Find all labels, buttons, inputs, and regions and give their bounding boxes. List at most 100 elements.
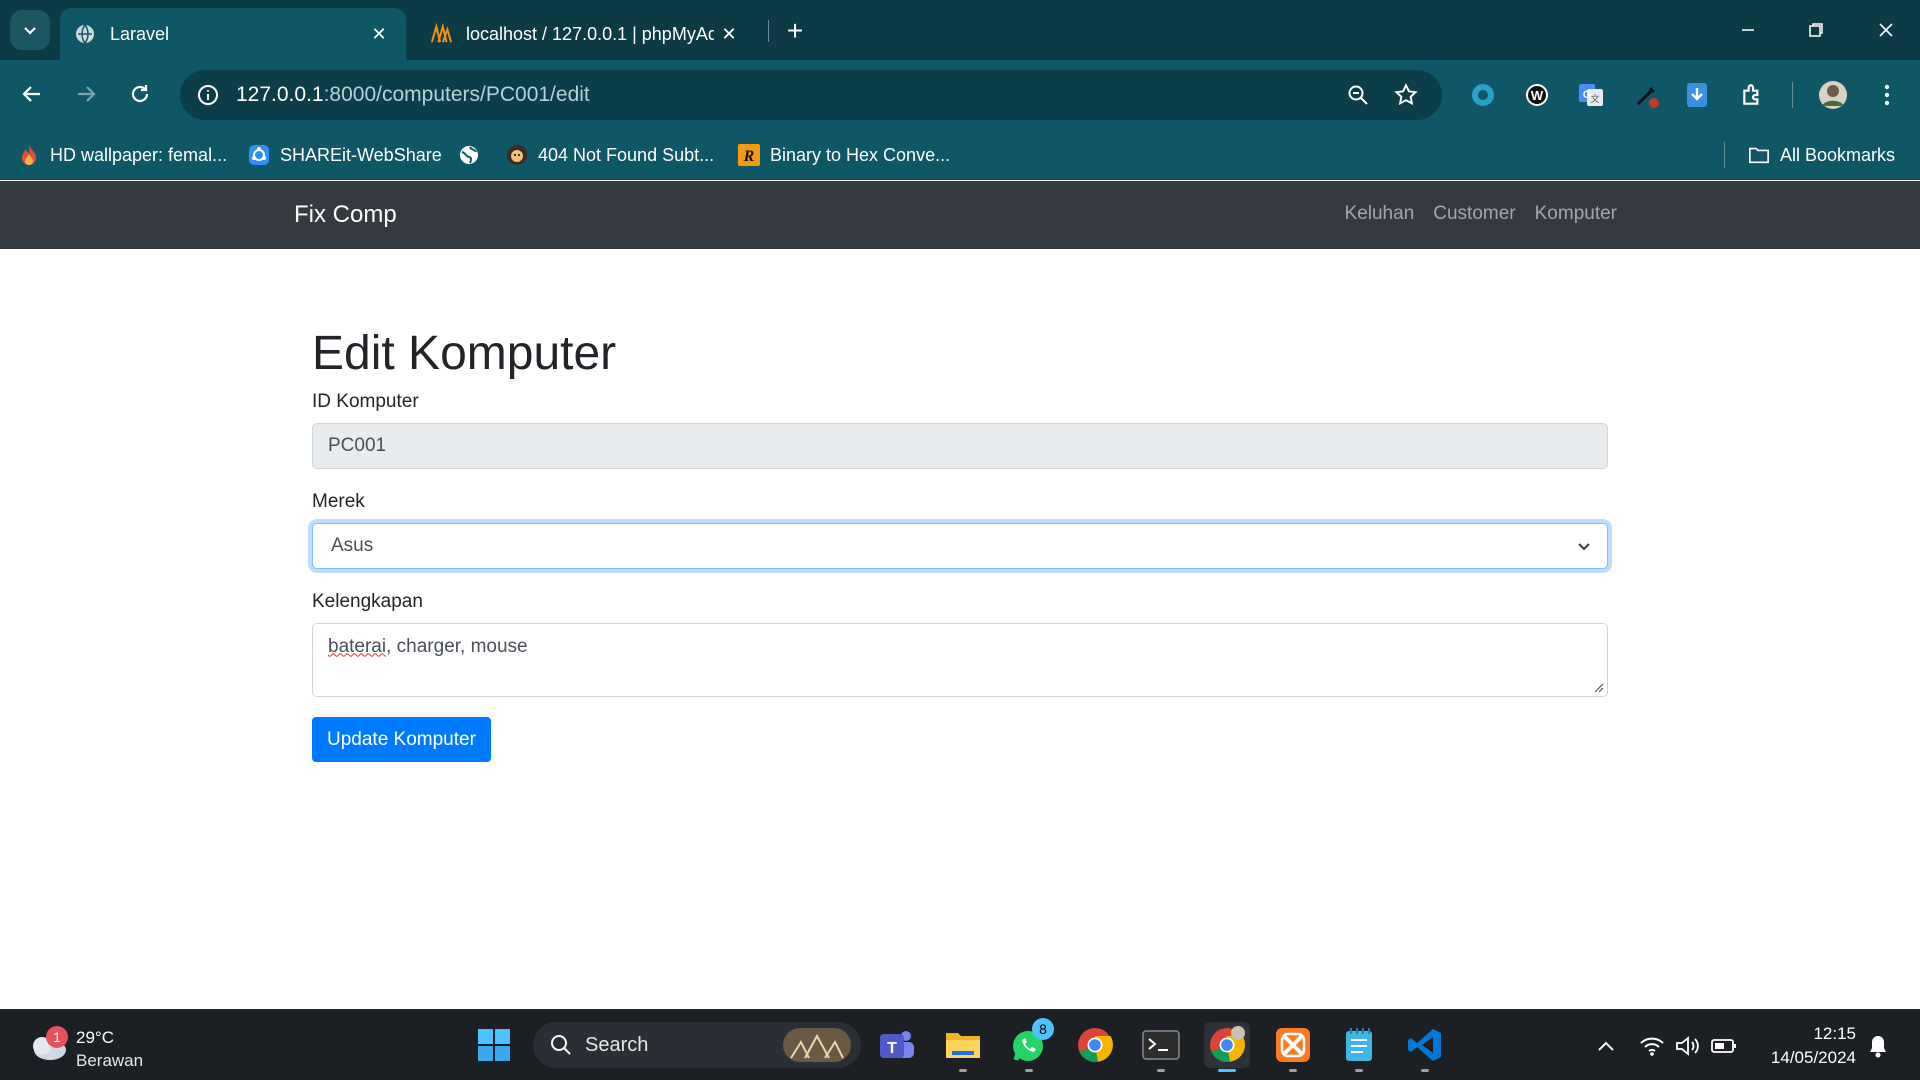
tab-laravel[interactable]: Laravel ✕ [60, 8, 406, 60]
svg-text:文: 文 [1590, 93, 1599, 104]
merek-label: Merek [312, 490, 365, 512]
id-label: ID Komputer [312, 390, 419, 412]
running-indicator [1421, 1069, 1429, 1072]
url-host: 127.0.0.1 [236, 83, 324, 106]
taskbar-search[interactable]: Search [533, 1022, 861, 1068]
notepad-icon[interactable] [1336, 1022, 1382, 1072]
reload-button[interactable] [120, 74, 160, 114]
url-text[interactable]: 127.0.0.1:8000/computers/PC001/edit [236, 83, 590, 107]
bookmark-label: 404 Not Found Subt... [538, 144, 715, 165]
id-value: PC001 [328, 434, 387, 456]
merek-group: Merek Asus [312, 491, 1608, 569]
profile-avatar-icon[interactable] [1816, 78, 1850, 112]
bookmark-shareit[interactable]: SHAREit-WebShare [248, 140, 442, 170]
browser-menu-icon[interactable] [1870, 78, 1904, 112]
bookmark-binary-hex[interactable]: R Binary to Hex Conve... [738, 140, 950, 170]
system-clock[interactable]: 12:15 14/05/2024 [1752, 1022, 1856, 1070]
browser-toolbar: 127.0.0.1:8000/computers/PC001/edit W G文 [0, 60, 1920, 130]
extension-circle-icon[interactable] [1466, 78, 1500, 112]
close-tab-icon[interactable]: ✕ [714, 19, 744, 49]
tab-title: localhost / 127.0.0.1 | phpMyAd [466, 23, 714, 44]
chrome-icon[interactable] [1072, 1022, 1118, 1068]
nav-links: Keluhan Customer Komputer [1345, 203, 1617, 225]
toolbar-divider [1792, 82, 1793, 108]
bookmark-globe[interactable] [458, 140, 490, 170]
shareit-icon [248, 144, 270, 166]
tab-search-button[interactable] [10, 10, 50, 50]
close-tab-icon[interactable]: ✕ [364, 19, 394, 49]
search-highlight-icon [783, 1028, 851, 1062]
id-komputer-input[interactable]: PC001 [312, 422, 1608, 469]
restore-button[interactable] [1794, 10, 1838, 50]
battery-icon[interactable] [1710, 1032, 1738, 1060]
phpmyadmin-icon [430, 23, 452, 45]
brand-link[interactable]: Fix Comp [294, 201, 397, 229]
bookmark-label: SHAREit-WebShare [280, 144, 442, 165]
avatar-icon [506, 144, 528, 166]
misspelled-word: baterai [328, 635, 387, 657]
windows-logo-icon [478, 1029, 510, 1061]
volume-icon[interactable] [1674, 1032, 1702, 1060]
update-komputer-button[interactable]: Update Komputer [312, 716, 491, 762]
color-picker-icon[interactable] [1630, 78, 1664, 112]
globe-icon [74, 23, 96, 45]
google-translate-icon[interactable]: G文 [1574, 78, 1608, 112]
forward-button[interactable] [66, 74, 106, 114]
tab-phpmyadmin[interactable]: localhost / 127.0.0.1 | phpMyAd ✕ [416, 8, 756, 60]
nav-link-komputer[interactable]: Komputer [1535, 203, 1617, 225]
tab-divider [768, 20, 769, 42]
running-indicator [1289, 1069, 1297, 1072]
id-group: ID Komputer PC001 [312, 391, 1608, 469]
clock-date: 14/05/2024 [1770, 1048, 1856, 1067]
reload-icon [131, 85, 149, 103]
address-bar[interactable]: 127.0.0.1:8000/computers/PC001/edit [180, 70, 1442, 120]
bookmarks-divider [1724, 142, 1725, 168]
kelengkapan-textarea[interactable]: baterai, charger, mouse [312, 622, 1608, 697]
back-button[interactable] [12, 74, 52, 114]
start-button[interactable] [471, 1022, 517, 1068]
bookmark-hd-wallpaper[interactable]: HD wallpaper: femal... [18, 140, 227, 170]
svg-text:T: T [887, 1040, 897, 1057]
notification-bell-icon[interactable] [1864, 1032, 1892, 1060]
download-manager-icon[interactable] [1680, 78, 1714, 112]
new-tab-button[interactable]: + [778, 14, 812, 48]
svg-text:W: W [1531, 88, 1544, 103]
whatsapp-icon[interactable]: 8 [1006, 1018, 1054, 1072]
browser-tab-bar: Laravel ✕ localhost / 127.0.0.1 | phpMyA… [0, 0, 1920, 60]
extensions-puzzle-icon[interactable] [1736, 78, 1770, 112]
running-indicator [1218, 1069, 1236, 1072]
search-icon [551, 1035, 571, 1055]
globe-icon [458, 144, 480, 166]
file-explorer-icon[interactable] [940, 1022, 986, 1072]
running-indicator [1025, 1069, 1033, 1072]
running-indicator [1157, 1069, 1165, 1072]
vscode-icon[interactable] [1402, 1022, 1448, 1072]
nav-link-customer[interactable]: Customer [1433, 203, 1515, 225]
site-info-icon[interactable] [194, 81, 222, 109]
terminal-icon[interactable] [1138, 1022, 1184, 1072]
chrome-profile-icon[interactable] [1204, 1022, 1250, 1072]
bookmark-404-subtitle[interactable]: 404 Not Found Subt... [506, 140, 714, 170]
folder-icon [1748, 144, 1770, 166]
wifi-icon[interactable] [1638, 1032, 1666, 1060]
bookmark-label: Binary to Hex Conve... [770, 144, 951, 165]
extension-w-icon[interactable]: W [1520, 78, 1554, 112]
minimize-button[interactable] [1726, 10, 1770, 50]
zoom-icon[interactable] [1343, 80, 1373, 110]
close-window-button[interactable] [1864, 10, 1908, 50]
resize-handle-icon[interactable] [1592, 681, 1604, 693]
xampp-icon[interactable] [1270, 1022, 1316, 1072]
nav-link-keluhan[interactable]: Keluhan [1345, 203, 1415, 225]
bookmark-star-icon[interactable] [1391, 80, 1421, 110]
arrow-left-icon [22, 86, 40, 102]
all-bookmarks-button[interactable]: All Bookmarks [1748, 140, 1895, 170]
edit-form: Edit Komputer ID Komputer PC001 Merek As… [312, 249, 1608, 762]
bookmark-label: HD wallpaper: femal... [50, 144, 228, 165]
search-label: Search [585, 1033, 649, 1056]
weather-widget[interactable]: 1 29°C Berawan [24, 1020, 164, 1070]
merek-select[interactable]: Asus [312, 522, 1608, 569]
teams-icon[interactable]: T [874, 1022, 920, 1068]
kelengkapan-text: , charger, mouse [386, 635, 528, 657]
running-indicator [1355, 1069, 1363, 1072]
chevron-up-icon[interactable] [1592, 1032, 1620, 1060]
